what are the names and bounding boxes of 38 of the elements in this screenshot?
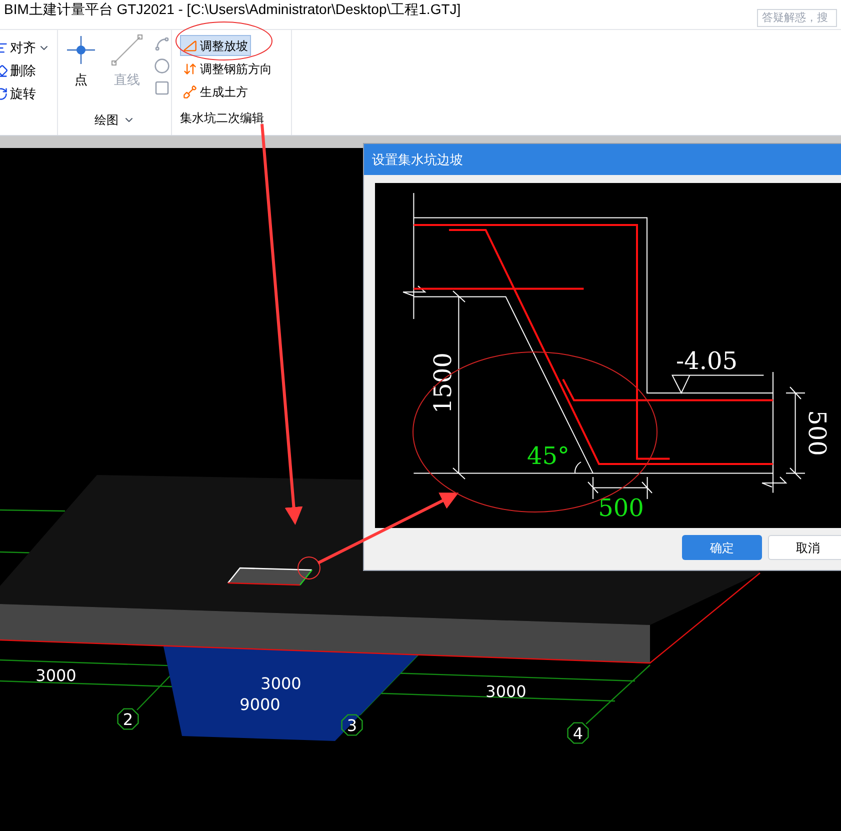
rectangle-icon[interactable] <box>154 80 170 96</box>
ribbon-button[interactable]: 调整放坡 <box>180 35 251 56</box>
shovel-icon <box>183 84 197 98</box>
point-icon <box>65 34 97 66</box>
window-title: BIM土建计量平台 GTJ2021 - [C:\Users\Administrator\Desktop\工程1.GTJ] <box>4 0 461 17</box>
elevation-label: -4.05 <box>676 347 738 375</box>
dialog-button[interactable]: 取消 <box>768 535 841 560</box>
dimension-label: 3000 <box>260 674 302 693</box>
axis-label: 2 <box>122 710 134 729</box>
search-field[interactable]: 答疑解惑，搜 <box>757 9 837 27</box>
group-label[interactable]: 绘图 <box>58 109 171 131</box>
height-dimension: 1500 <box>429 352 457 414</box>
ribbon-button[interactable]: 生成土方 <box>180 81 251 102</box>
circle-icon[interactable] <box>154 58 170 74</box>
axis-bubble <box>567 722 589 744</box>
ribbon-button[interactable]: 调整钢筋方向 <box>180 58 275 79</box>
ribbon-button[interactable]: 对齐 <box>0 38 57 58</box>
axis-bubble <box>341 714 363 736</box>
group-label: 集水坑二次编辑 <box>180 110 265 127</box>
offset-dimension: 500 <box>598 494 644 522</box>
slope-icon <box>183 38 197 52</box>
angle-label: 45° <box>527 442 570 470</box>
dimension-label: 3000 <box>486 682 526 701</box>
dialog-button[interactable]: 确定 <box>682 535 762 560</box>
axis-label: 3 <box>346 716 358 735</box>
ribbon-button[interactable]: 旋转 <box>0 84 57 104</box>
axis-label: 4 <box>572 724 584 743</box>
dimension-label: 9000 <box>240 695 280 714</box>
annotation-circle <box>298 556 320 580</box>
dimension-label: 3000 <box>36 666 76 685</box>
thickness-dimension: 500 <box>803 410 831 456</box>
line-icon <box>111 34 143 66</box>
ribbon-button[interactable]: 删除 <box>0 61 57 81</box>
axis-bubble <box>117 708 139 730</box>
arrows-icon <box>183 62 197 76</box>
arc-icon[interactable] <box>154 36 170 52</box>
dialog-title: 设置集水坑边坡 <box>372 150 463 169</box>
draw-tool-button[interactable]: 点 <box>62 34 100 109</box>
